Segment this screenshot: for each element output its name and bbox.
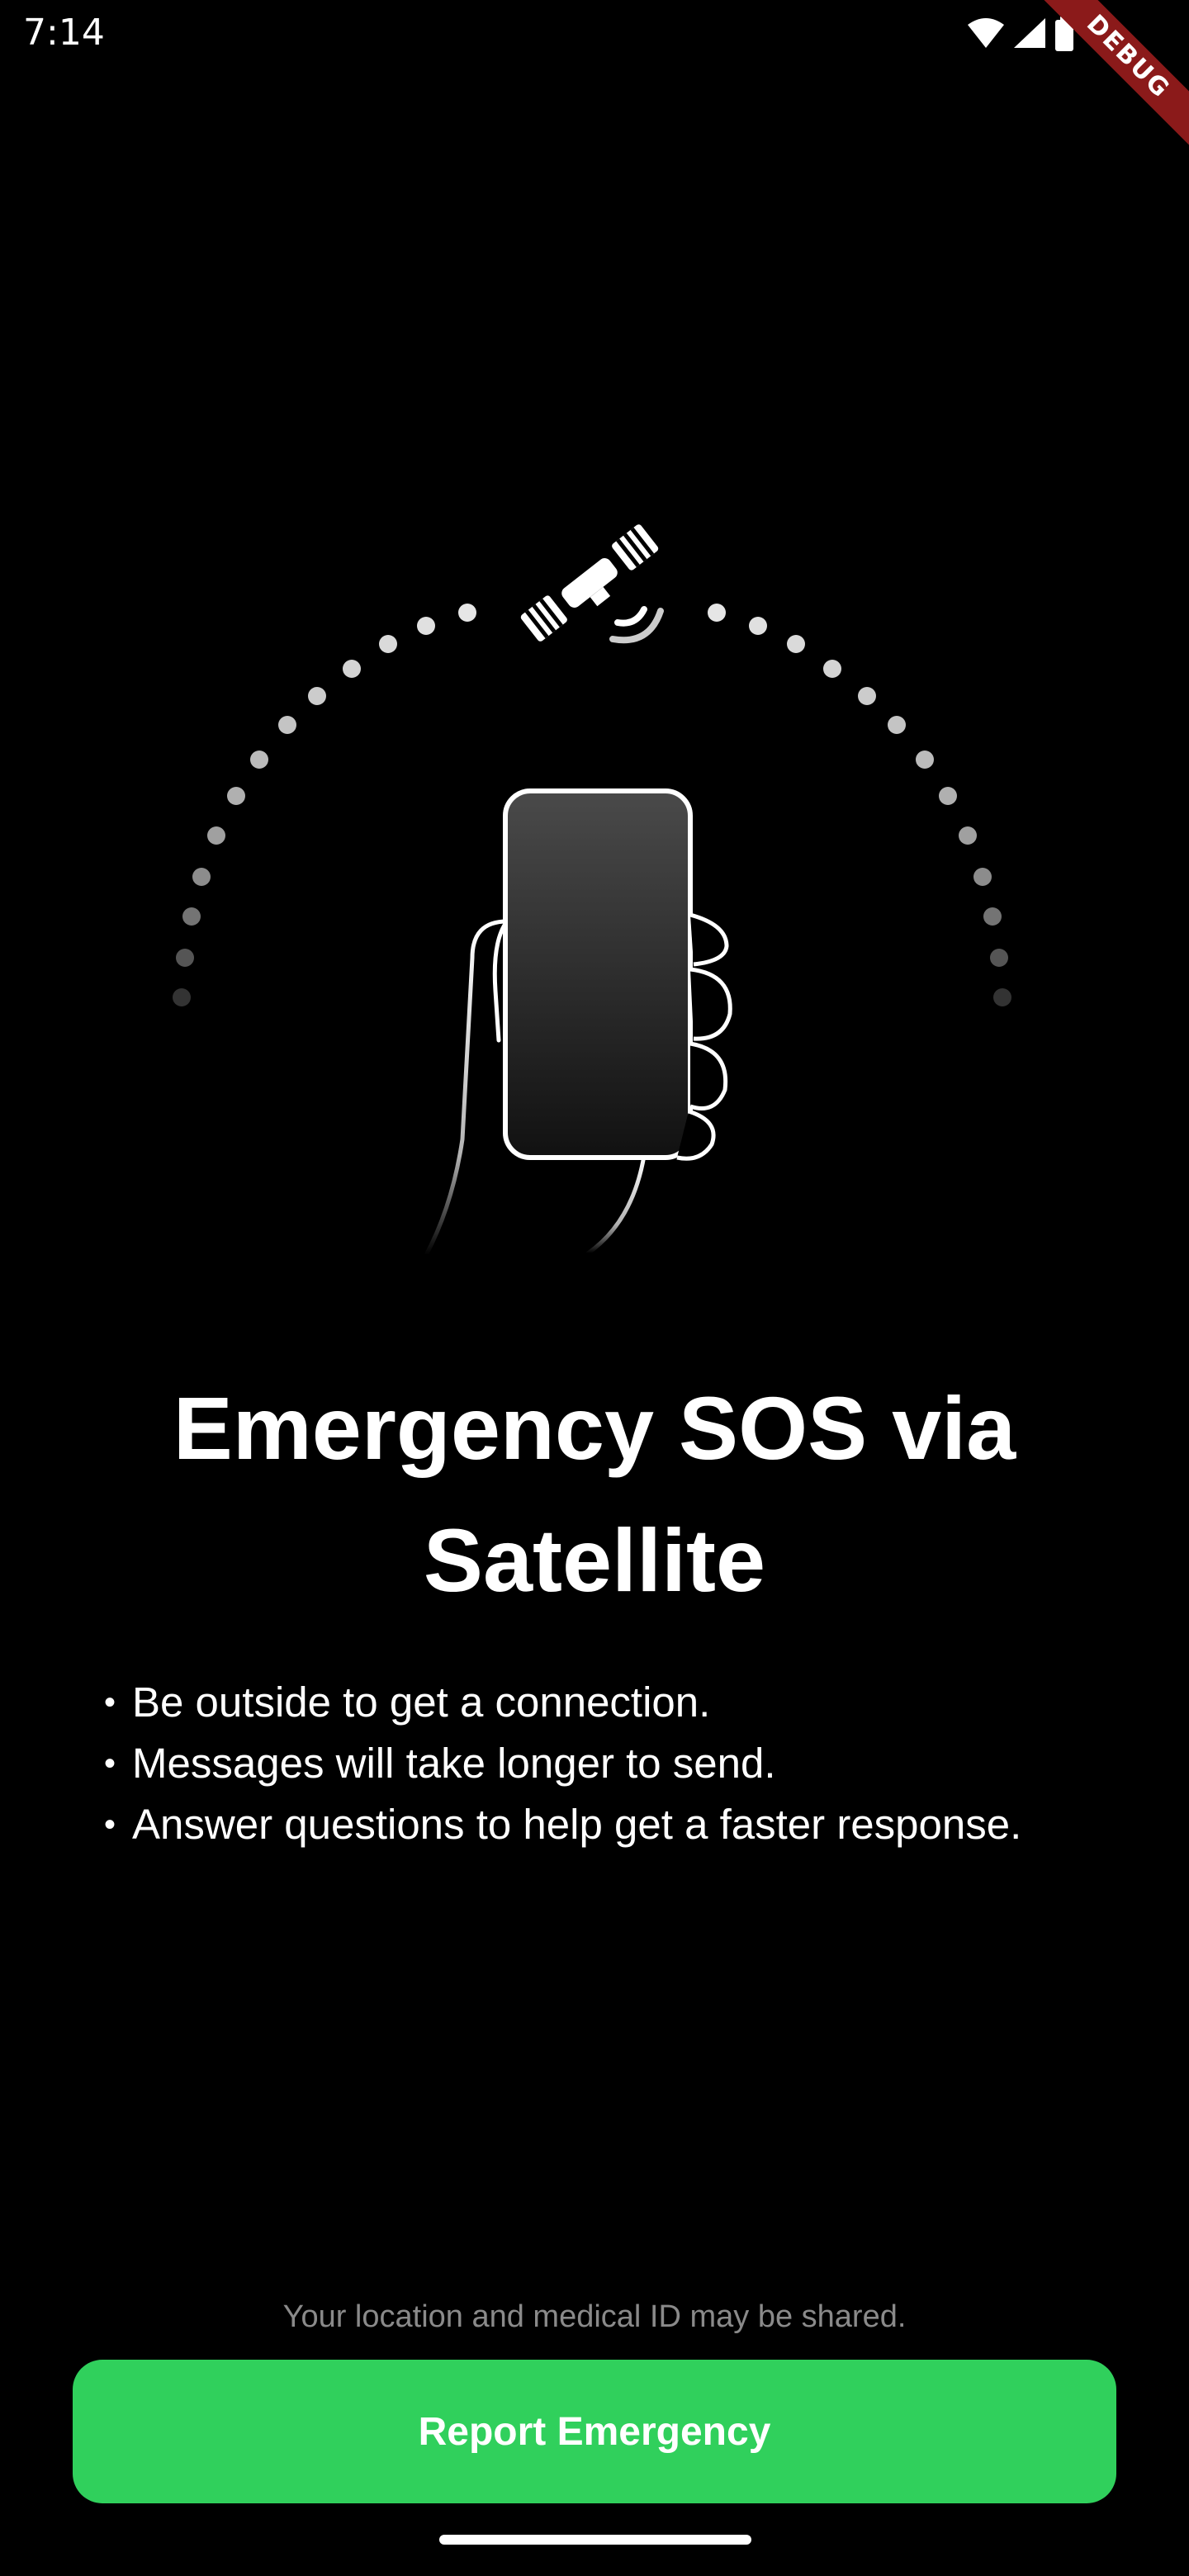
debug-banner: DEBUG: [1007, 0, 1189, 182]
list-item-text: Messages will take longer to send.: [132, 1740, 776, 1787]
debug-ribbon: DEBUG: [1021, 0, 1189, 164]
page-title: Emergency SOS via Satellite: [173, 1378, 1016, 1610]
signal-waves: [609, 606, 664, 644]
info-list: • Be outside to get a connection. • Messag…: [104, 1672, 1136, 1855]
list-item: • Answer questions to help get a faster r…: [104, 1794, 1136, 1855]
list-item: • Be outside to get a connection.: [104, 1672, 1136, 1733]
list-item-text: Answer questions to help get a faster re…: [132, 1801, 1022, 1848]
status-time: 7:14: [23, 12, 105, 54]
phone-in-hand-icon: [424, 788, 732, 1257]
bullet-icon: •: [104, 1807, 116, 1843]
illustration: [173, 524, 1011, 1257]
bullet-icon: •: [104, 1684, 116, 1721]
list-item-text: Be outside to get a connection.: [132, 1679, 711, 1726]
satellite-icon: [520, 524, 659, 642]
report-emergency-button[interactable]: Report Emergency: [73, 2360, 1116, 2503]
disclaimer-text: Your location and medical ID may be shar…: [282, 2299, 907, 2334]
wifi-icon: [968, 18, 1004, 48]
list-item: • Messages will take longer to send.: [104, 1733, 1136, 1794]
home-indicator[interactable]: [439, 2535, 751, 2545]
bullet-icon: •: [104, 1745, 116, 1782]
